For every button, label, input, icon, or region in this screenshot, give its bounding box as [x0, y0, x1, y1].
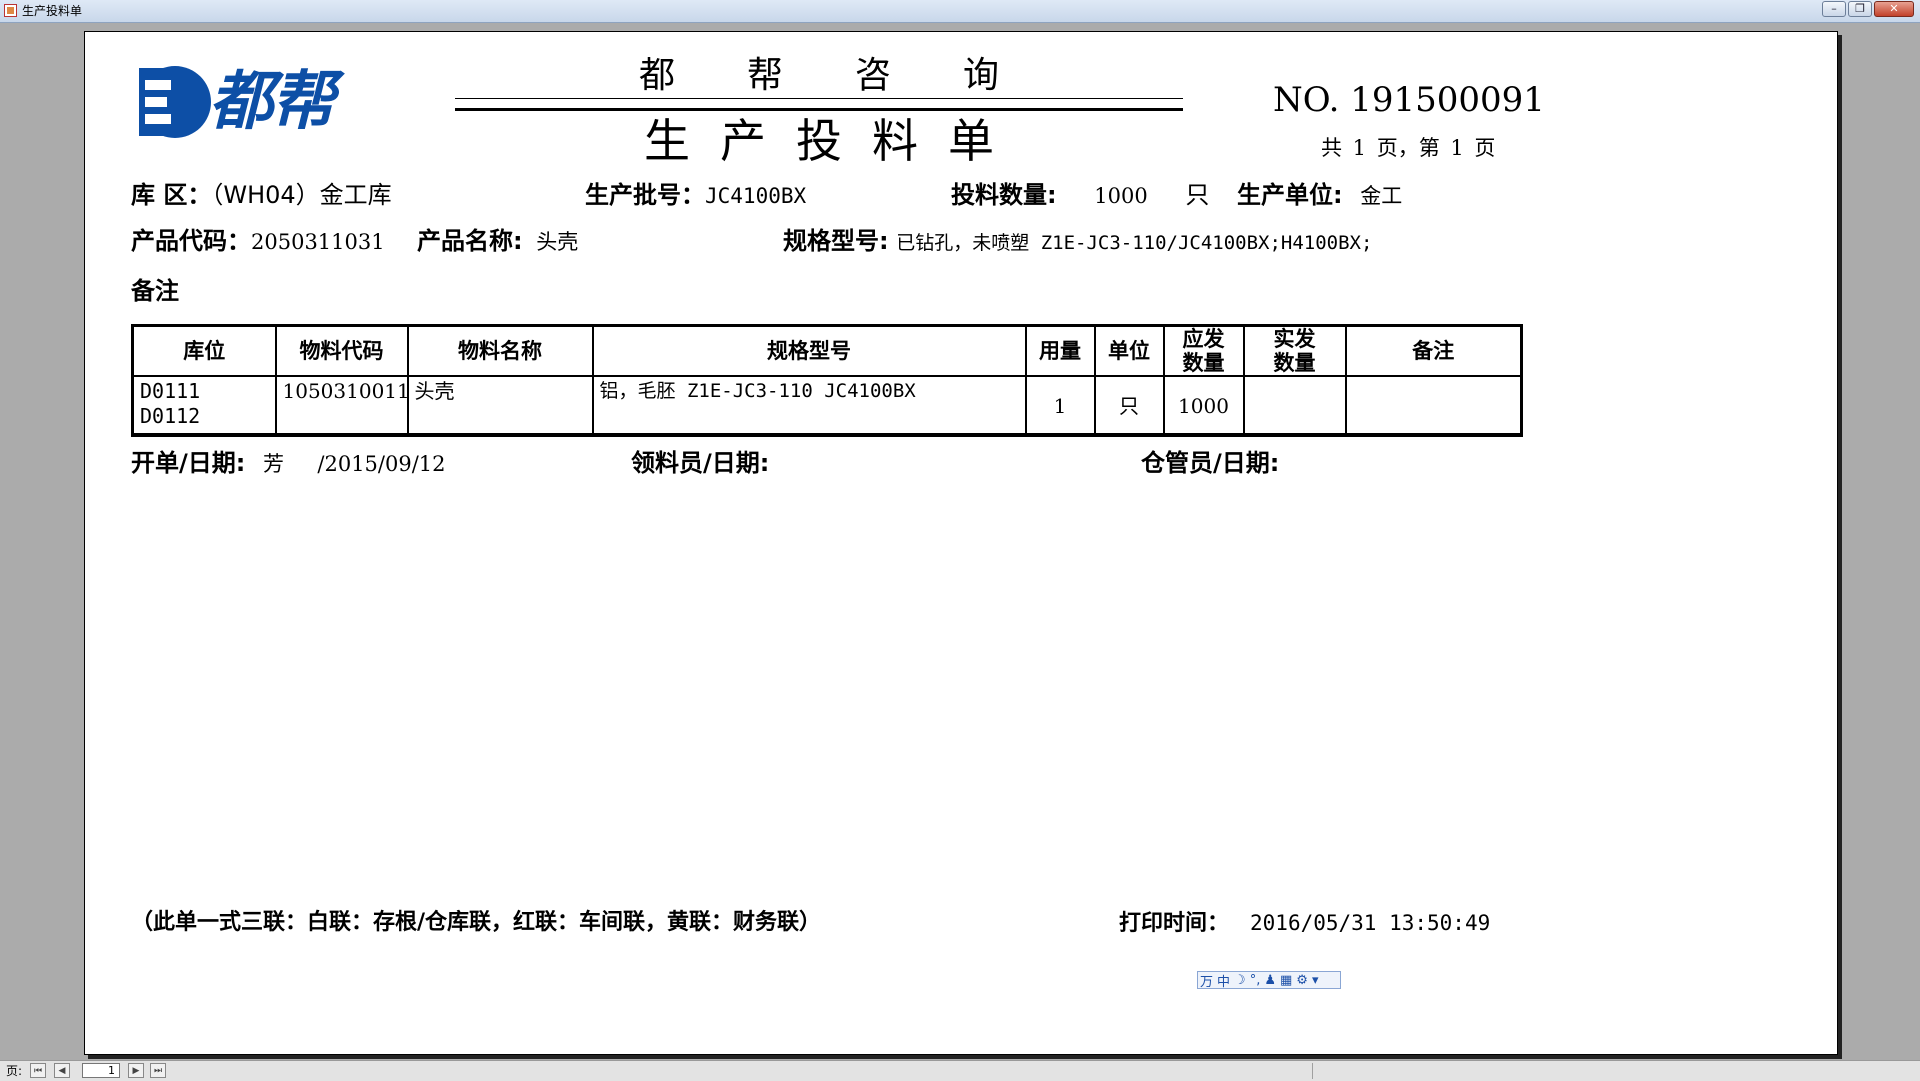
production-unit-value: 金工 — [1360, 184, 1403, 208]
column-header: 单位 — [1093, 324, 1165, 377]
warehouse-value: （WH04）金工库 — [211, 181, 392, 209]
first-page-button[interactable]: ⏮ — [30, 1063, 46, 1078]
production-unit-label: 生产单位: — [1237, 181, 1343, 209]
close-button[interactable]: ✕ — [1874, 1, 1914, 17]
cell-material-name: 头壳 — [406, 375, 594, 436]
keeper-label: 仓管员/日期: — [1141, 449, 1280, 477]
column-header: 应发 数量 — [1162, 324, 1245, 377]
batch-field: 生产批号：JC4100BX — [585, 180, 806, 211]
page-number-input[interactable]: 1 — [82, 1063, 120, 1078]
column-header: 库位 — [131, 324, 277, 377]
document-title: 生产投料单 — [644, 114, 1024, 168]
feed-quantity-label: 投料数量: — [951, 181, 1057, 209]
cell-unit: 只 — [1093, 375, 1165, 436]
print-time: 打印时间： 2016/05/31 13:50:49 — [1119, 908, 1490, 939]
logo-b-icon — [139, 66, 211, 138]
prev-page-button[interactable]: ◀ — [54, 1063, 70, 1078]
report-page: 都帮 都帮咨询 生产投料单 NO. 191500091 共 1 页，第 1 页 … — [84, 31, 1838, 1055]
product-code-field: 产品代码：2050311031 — [131, 226, 385, 257]
table-row: D0111 D0112 1050310011 头壳 铝，毛胚 Z1E-JC3-1… — [131, 375, 1523, 436]
page-navigation-bar: 页: ⏮ ◀ 1 ▶ ⏭ — [0, 1060, 1920, 1081]
company-logo: 都帮 — [131, 62, 361, 147]
production-unit-field: 生产单位: 金工 — [1237, 180, 1402, 211]
column-header: 物料代码 — [274, 324, 409, 377]
material-table: 库位 物料代码 物料名称 规格型号 用量 单位 应发 数量 实发 数量 备注 D… — [131, 324, 1523, 437]
cell-spec: 铝，毛胚 Z1E-JC3-110 JC4100BX — [591, 375, 1027, 436]
cell-due-quantity: 1000 — [1162, 375, 1245, 436]
column-header: 实发 数量 — [1242, 324, 1347, 377]
spec-field: 规格型号: 已钻孔，未喷塑 Z1E-JC3-110/JC4100BX;H4100… — [783, 226, 1372, 258]
logo-text: 都帮 — [209, 65, 335, 139]
ime-moon-icon[interactable]: ☽ — [1234, 973, 1246, 988]
picker-label: 领料员/日期: — [631, 449, 770, 477]
feed-quantity-value: 1000 — [1094, 184, 1148, 208]
window-titlebar: 生产投料单 – ❐ ✕ — [0, 0, 1920, 23]
minimize-button[interactable]: – — [1822, 1, 1846, 17]
issuer-label: 开单/日期: — [131, 449, 246, 477]
copy-note: （此单一式三联：白联：存根/仓库联，红联：车间联，黄联：财务联） — [131, 910, 822, 935]
next-page-button[interactable]: ▶ — [128, 1063, 144, 1078]
window-title: 生产投料单 — [22, 4, 83, 18]
feed-quantity-unit: 只 — [1185, 181, 1210, 209]
last-page-button[interactable]: ⏭ — [150, 1063, 166, 1078]
remark-label: 备注 — [131, 277, 179, 305]
print-time-label: 打印时间： — [1119, 911, 1230, 936]
ime-punct-icon[interactable]: °, — [1250, 973, 1261, 988]
cell-remark — [1344, 375, 1523, 436]
cell-actual-quantity — [1242, 375, 1347, 436]
page-nav-label: 页: — [6, 1064, 23, 1078]
column-header: 备注 — [1344, 324, 1523, 377]
batch-label: 生产批号： — [585, 181, 705, 209]
product-code-label: 产品代码： — [131, 227, 251, 255]
restore-button[interactable]: ❐ — [1848, 1, 1872, 17]
document-number: NO. 191500091 — [1273, 80, 1545, 120]
page-info: 共 1 页，第 1 页 — [1321, 136, 1496, 160]
product-name-field: 产品名称: 头壳 — [417, 226, 578, 257]
warehouse-field: 库 区：（WH04）金工库 — [131, 180, 392, 210]
spec-value: 已钻孔，未喷塑 Z1E-JC3-110/JC4100BX;H4100BX; — [896, 232, 1373, 254]
product-code-value: 2050311031 — [251, 230, 385, 254]
column-header: 用量 — [1024, 324, 1096, 377]
column-header: 规格型号 — [591, 324, 1027, 377]
keeper-field: 仓管员/日期: — [1141, 448, 1279, 478]
table-header-row: 库位 物料代码 物料名称 规格型号 用量 单位 应发 数量 实发 数量 备注 — [131, 324, 1523, 377]
spec-label: 规格型号: — [783, 227, 889, 255]
ime-settings-icon[interactable]: ⚙ — [1296, 973, 1308, 988]
app-icon — [4, 4, 17, 17]
product-name-value: 头壳 — [536, 230, 579, 254]
ime-menu-icon[interactable]: ▾ — [1312, 973, 1319, 988]
cell-usage: 1 — [1024, 375, 1096, 436]
picker-field: 领料员/日期: — [631, 448, 769, 478]
feed-quantity-field: 投料数量: 1000 只 — [951, 180, 1209, 211]
ime-user-icon[interactable]: ♟ — [1264, 973, 1276, 988]
product-name-label: 产品名称: — [417, 227, 523, 255]
batch-value: JC4100BX — [705, 184, 807, 208]
warehouse-label: 库 区： — [131, 181, 212, 209]
ime-mode-icon[interactable]: 中 — [1217, 971, 1230, 990]
cell-material-code: 1050310011 — [274, 375, 410, 436]
company-name: 都帮咨询 — [455, 54, 1183, 99]
window-controls: – ❐ ✕ — [1820, 1, 1914, 19]
issuer-field: 开单/日期: 芳 /2015/09/12 — [131, 448, 446, 479]
ime-keyboard-icon[interactable]: ▦ — [1280, 973, 1292, 988]
ime-toolbar[interactable]: 万 中 ☽ °, ♟ ▦ ⚙ ▾ — [1197, 971, 1341, 990]
column-header: 物料名称 — [406, 324, 594, 377]
ime-logo-icon[interactable]: 万 — [1200, 971, 1213, 990]
status-divider — [1312, 1063, 1313, 1079]
cell-location: D0111 D0112 — [131, 375, 277, 436]
issuer-value: 芳 /2015/09/12 — [263, 452, 446, 476]
remark-field: 备注 — [131, 276, 179, 306]
print-time-value: 2016/05/31 13:50:49 — [1250, 911, 1491, 935]
